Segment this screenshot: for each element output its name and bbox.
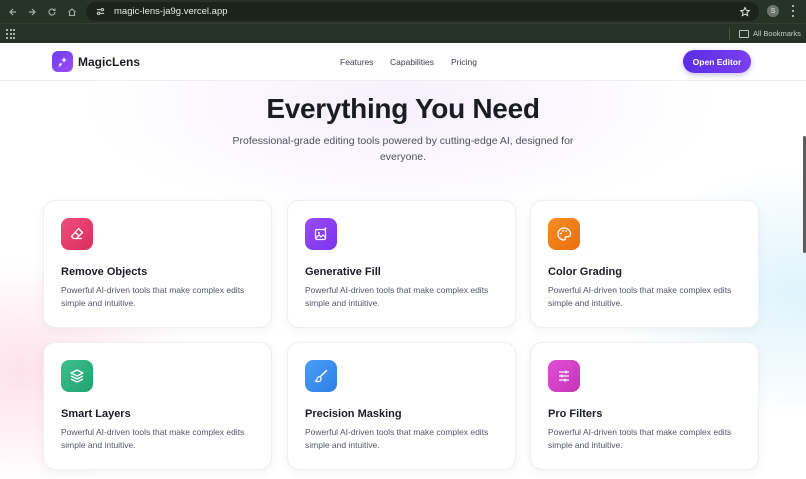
forward-button[interactable]: [22, 0, 42, 23]
feature-title: Smart Layers: [61, 408, 131, 420]
feature-card-precision-masking[interactable]: Precision Masking Powerful AI-driven too…: [287, 342, 516, 470]
site-header: MagicLens Features Capabilities Pricing …: [0, 43, 806, 81]
browser-menu-icon[interactable]: [790, 5, 796, 17]
url-text: magic-lens-ja9g.vercel.app: [114, 6, 228, 17]
home-icon: [68, 7, 76, 16]
feature-card-smart-layers[interactable]: Smart Layers Powerful AI-driven tools th…: [43, 342, 272, 470]
site-settings-icon[interactable]: [94, 6, 106, 18]
feature-title: Color Grading: [548, 266, 622, 278]
nav-features[interactable]: Features: [340, 57, 374, 67]
apps-grid-icon[interactable]: [6, 29, 16, 39]
feature-card-pro-filters[interactable]: Pro Filters Powerful AI-driven tools tha…: [530, 342, 759, 470]
section-subtitle: Professional-grade editing tools powered…: [232, 135, 574, 163]
feature-card-color-grading[interactable]: Color Grading Powerful AI-driven tools t…: [530, 200, 759, 328]
back-button[interactable]: [3, 0, 23, 23]
all-bookmarks-link[interactable]: All Bookmarks: [753, 29, 801, 38]
bookmarks-bar: All Bookmarks: [0, 23, 806, 43]
browser-toolbar: magic-lens-ja9g.vercel.app S: [0, 0, 806, 23]
feature-title: Generative Fill: [305, 266, 381, 278]
brush-icon: [305, 360, 337, 392]
reload-icon: [48, 8, 56, 16]
nav-capabilities[interactable]: Capabilities: [390, 57, 434, 67]
feature-title: Precision Masking: [305, 408, 402, 420]
reload-button[interactable]: [42, 0, 62, 23]
feature-description: Powerful AI-driven tools that make compl…: [61, 427, 245, 450]
sliders-icon: [548, 360, 580, 392]
address-bar[interactable]: magic-lens-ja9g.vercel.app: [86, 2, 759, 21]
logo-sparkle-icon[interactable]: [52, 51, 73, 72]
forward-arrow-icon: [29, 8, 36, 15]
section-title: Everything You Need: [266, 93, 540, 124]
bookmarks-divider: [729, 28, 730, 40]
palette-icon: [548, 218, 580, 250]
profile-initial: S: [770, 7, 776, 15]
feature-card-remove-objects[interactable]: Remove Objects Powerful AI-driven tools …: [43, 200, 272, 328]
bookmark-star-icon[interactable]: [739, 5, 751, 17]
layers-icon: [61, 360, 93, 392]
feature-description: Powerful AI-driven tools that make compl…: [305, 427, 489, 450]
image-sparkle-icon: [305, 218, 337, 250]
feature-description: Powerful AI-driven tools that make compl…: [305, 285, 489, 308]
page-content: MagicLens Features Capabilities Pricing …: [0, 43, 806, 479]
eraser-icon: [61, 218, 93, 250]
open-editor-button[interactable]: Open Editor: [683, 50, 751, 73]
nav-pricing[interactable]: Pricing: [451, 57, 477, 67]
feature-description: Powerful AI-driven tools that make compl…: [548, 427, 732, 450]
profile-avatar[interactable]: S: [767, 5, 779, 17]
brand-name[interactable]: MagicLens: [78, 55, 140, 69]
feature-title: Remove Objects: [61, 266, 148, 278]
feature-title: Pro Filters: [548, 408, 603, 420]
feature-description: Powerful AI-driven tools that make compl…: [61, 285, 245, 308]
folder-icon: [739, 30, 749, 38]
home-button[interactable]: [62, 0, 82, 23]
feature-description: Powerful AI-driven tools that make compl…: [548, 285, 732, 308]
back-arrow-icon: [9, 8, 16, 15]
feature-card-generative-fill[interactable]: Generative Fill Powerful AI-driven tools…: [287, 200, 516, 328]
